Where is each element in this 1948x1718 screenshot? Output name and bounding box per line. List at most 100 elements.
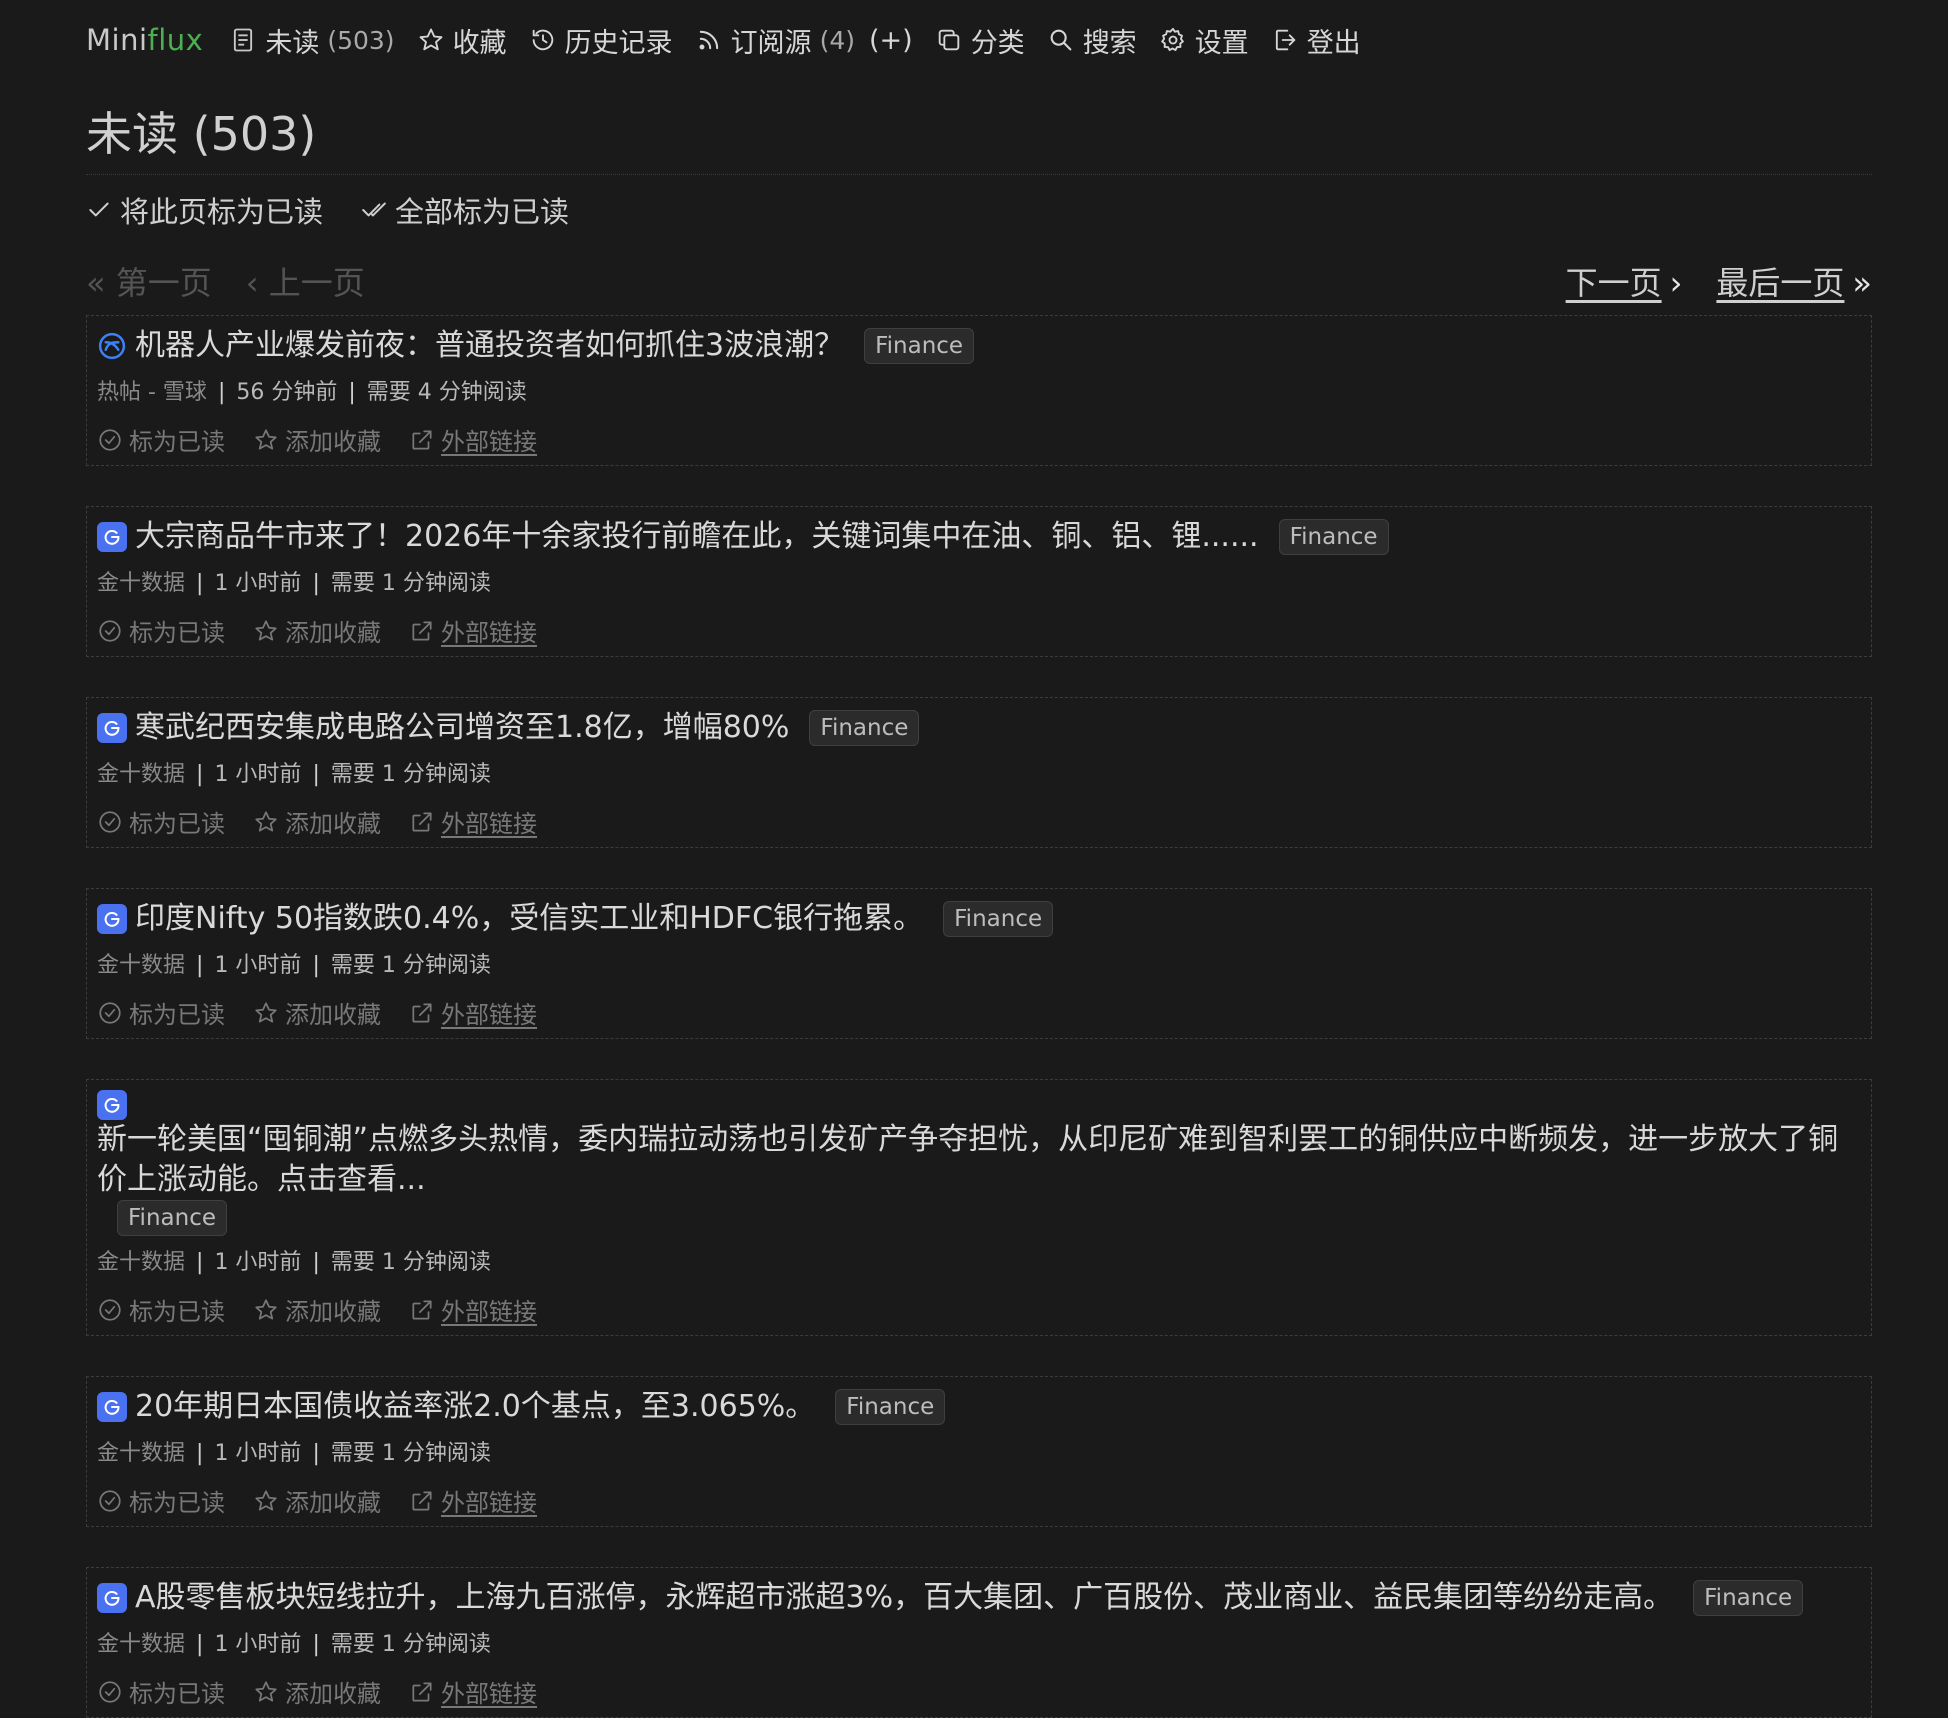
entry-reading-time: 需要 1 分钟阅读: [330, 1250, 491, 1275]
external-link-label: 外部链接: [441, 619, 537, 647]
nav-logout[interactable]: 登出: [1271, 21, 1361, 60]
star-button[interactable]: 添加收藏: [253, 422, 381, 457]
mark-page-read-button[interactable]: 将此页标为已读: [86, 189, 323, 231]
mark-read-button[interactable]: 标为已读: [97, 613, 225, 648]
entry-title[interactable]: 20年期日本国债收益率涨2.0个基点，至3.065%。: [135, 1387, 815, 1427]
mark-all-read-button[interactable]: 全部标为已读: [361, 189, 569, 231]
category-tag[interactable]: Finance: [864, 328, 975, 364]
external-link-button[interactable]: 外部链接: [409, 1483, 537, 1518]
entry-title[interactable]: 印度Nifty 50指数跌0.4%，受信实工业和HDFC银行拖累。: [135, 899, 923, 939]
category-tag[interactable]: Finance: [1693, 1580, 1804, 1616]
entry-feed-name[interactable]: 金十数据: [97, 953, 185, 978]
mark-read-button[interactable]: 标为已读: [97, 1674, 225, 1709]
external-link-button[interactable]: 外部链接: [409, 995, 537, 1030]
star-button[interactable]: 添加收藏: [253, 1292, 381, 1327]
nav-starred[interactable]: 收藏: [417, 21, 507, 60]
entry-feed-name[interactable]: 金十数据: [97, 571, 185, 596]
nav-history[interactable]: 历史记录: [529, 21, 673, 60]
entry-title-row: 20年期日本国债收益率涨2.0个基点，至3.065%。 Finance: [97, 1387, 1861, 1427]
external-link-button[interactable]: 外部链接: [409, 613, 537, 648]
nav-settings-label: 设置: [1194, 27, 1249, 59]
nav-categories[interactable]: 分类: [935, 21, 1025, 60]
entry-title[interactable]: 寒武纪西安集成电路公司增资至1.8亿，增幅80%: [135, 708, 789, 748]
nav-unread[interactable]: 未读 (503): [229, 21, 395, 60]
external-link-button[interactable]: 外部链接: [409, 1674, 537, 1709]
external-link-icon: [412, 1490, 432, 1511]
star-icon: [255, 1680, 277, 1702]
entry-feed-name[interactable]: 金十数据: [97, 1250, 185, 1275]
nav-search[interactable]: 搜索: [1047, 21, 1137, 60]
mark-read-button[interactable]: 标为已读: [97, 1292, 225, 1327]
nav-starred-label: 收藏: [452, 27, 507, 59]
history-icon: [532, 29, 553, 51]
meta-separator: |: [196, 1441, 204, 1466]
meta-separator: |: [348, 380, 356, 405]
entry-actions: 标为已读 添加收藏 外部链接: [97, 422, 1861, 457]
category-tag[interactable]: Finance: [1278, 519, 1389, 555]
mark-read-button[interactable]: 标为已读: [97, 804, 225, 839]
add-feed-link[interactable]: (+): [869, 25, 913, 56]
mark-read-button[interactable]: 标为已读: [97, 1483, 225, 1518]
last-page-link[interactable]: 最后一页: [1716, 264, 1844, 302]
app-logo[interactable]: Miniflux: [86, 23, 203, 57]
star-button[interactable]: 添加收藏: [253, 995, 381, 1030]
entry-time: 1 小时前: [214, 1441, 302, 1466]
external-link-button[interactable]: 外部链接: [409, 422, 537, 457]
star-icon: [255, 428, 277, 450]
last-page[interactable]: 最后一页»: [1716, 258, 1872, 304]
mark-read-button[interactable]: 标为已读: [97, 422, 225, 457]
meta-separator: |: [196, 571, 204, 596]
star-icon: [255, 619, 277, 641]
external-link-label: 外部链接: [441, 428, 537, 456]
last-arrow-icon: »: [1852, 264, 1872, 302]
mark-read-button[interactable]: 标为已读: [97, 995, 225, 1030]
entry-meta: 金十数据 | 1 小时前 | 需要 1 分钟阅读: [97, 756, 1861, 788]
entry-title[interactable]: 机器人产业爆发前夜：普通投资者如何抓住3波浪潮？: [135, 326, 844, 366]
star-label: 添加收藏: [285, 1680, 381, 1708]
nav-feeds-label: 订阅源: [730, 27, 812, 59]
pagination-right: 下一页 › 最后一页»: [1566, 258, 1872, 304]
external-link-label: 外部链接: [441, 1489, 537, 1517]
star-label: 添加收藏: [285, 1298, 381, 1326]
star-label: 添加收藏: [285, 1001, 381, 1029]
page-title: 未读 (503): [86, 98, 1872, 175]
entry-feed-name[interactable]: 金十数据: [97, 1632, 185, 1657]
entry-title[interactable]: A股零售板块短线拉升，上海九百涨停，永辉超市涨超3%，百大集团、广百股份、茂业商…: [135, 1578, 1673, 1618]
star-button[interactable]: 添加收藏: [253, 613, 381, 648]
star-icon: [419, 28, 442, 51]
nav-history-label: 历史记录: [564, 27, 673, 59]
meta-separator: |: [312, 1441, 320, 1466]
meta-separator: |: [217, 380, 226, 405]
entry-title[interactable]: 新一轮美国“囤铜潮”点燃多头热情，委内瑞拉动荡也引发矿产争夺担忧，从印尼矿难到智…: [97, 1120, 1861, 1200]
external-link-label: 外部链接: [441, 1298, 537, 1326]
nav-feeds[interactable]: 订阅源 (4) (+): [695, 21, 913, 60]
category-tag[interactable]: Finance: [809, 710, 920, 746]
category-tag[interactable]: Finance: [943, 901, 1054, 937]
entry-feed-name[interactable]: 金十数据: [97, 1441, 185, 1466]
category-tag[interactable]: Finance: [117, 1200, 227, 1236]
star-button[interactable]: 添加收藏: [253, 1483, 381, 1518]
external-link-icon: [412, 1002, 432, 1023]
nav-search-label: 搜索: [1082, 27, 1137, 59]
nav-settings[interactable]: 设置: [1159, 21, 1249, 60]
meta-separator: |: [312, 1632, 320, 1657]
star-button[interactable]: 添加收藏: [253, 1674, 381, 1709]
next-page[interactable]: 下一页 ›: [1566, 258, 1683, 304]
nav-logout-label: 登出: [1306, 27, 1361, 59]
category-tag[interactable]: Finance: [835, 1389, 946, 1425]
page-actions: 将此页标为已读 全部标为已读: [86, 189, 1872, 231]
entry-title[interactable]: 大宗商品牛市来了！2026年十余家投行前瞻在此，关键词集中在油、铜、铝、锂...…: [135, 517, 1259, 557]
entry-time: 1 小时前: [214, 1250, 302, 1275]
star-button[interactable]: 添加收藏: [253, 804, 381, 839]
external-link-button[interactable]: 外部链接: [409, 804, 537, 839]
entry-item: 寒武纪西安集成电路公司增资至1.8亿，增幅80% Finance 金十数据 | …: [86, 697, 1872, 848]
external-link-button[interactable]: 外部链接: [409, 1292, 537, 1327]
next-page-link[interactable]: 下一页: [1566, 264, 1662, 302]
entry-time: 1 小时前: [214, 571, 302, 596]
xueqiu-icon: [97, 331, 127, 361]
pagination-left: « 第一页 ‹ 上一页: [86, 258, 365, 304]
entry-feed-name[interactable]: 金十数据: [97, 762, 185, 787]
entry-reading-time: 需要 1 分钟阅读: [330, 1441, 491, 1466]
entry-feed-name[interactable]: 热帖 - 雪球: [97, 380, 207, 405]
mark-read-label: 标为已读: [129, 810, 225, 838]
